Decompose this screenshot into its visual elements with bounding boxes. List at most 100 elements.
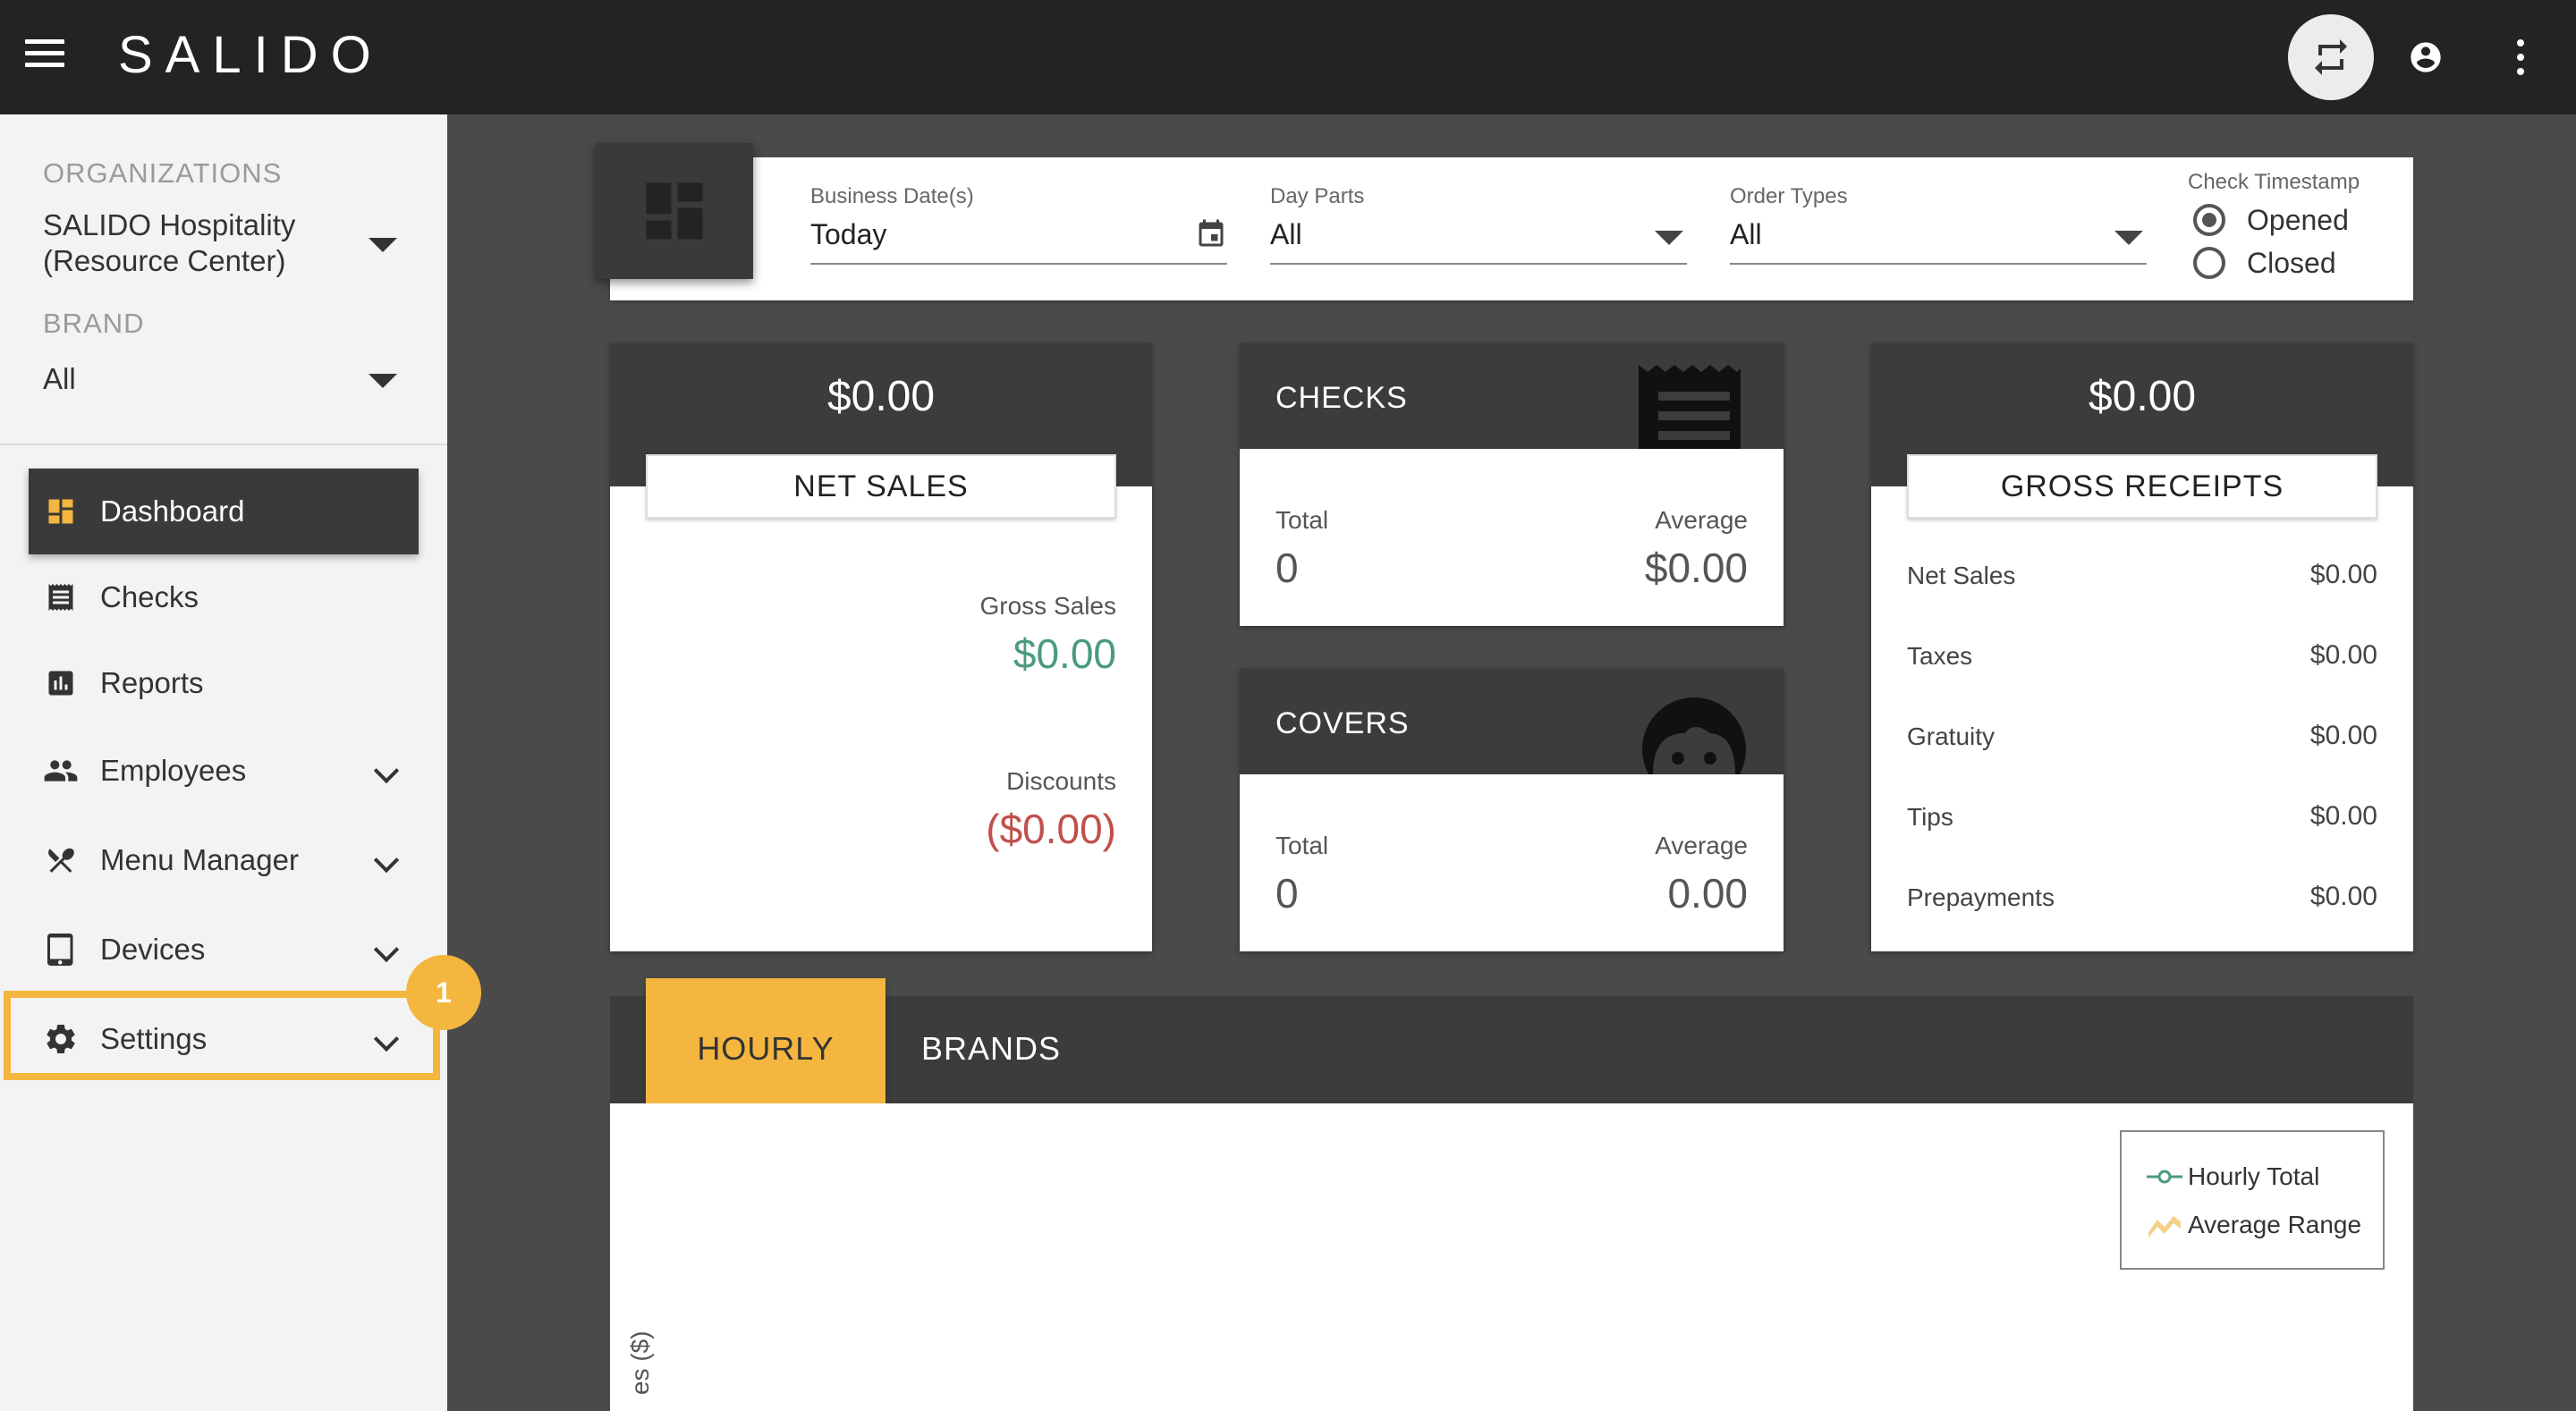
sidebar-item-label: Devices (100, 933, 206, 966)
covers-title: COVERS (1275, 706, 1410, 740)
top-app-bar: SALIDO (0, 0, 2576, 114)
tab-hourly[interactable]: HOURLY (646, 978, 886, 1120)
checks-average-value: $0.00 (1644, 545, 1748, 591)
opened-radio[interactable] (2193, 204, 2225, 236)
calendar-icon[interactable] (1195, 218, 1227, 250)
gross-receipts-row-label: Tips (1907, 803, 1953, 831)
sidebar-item-checks[interactable]: Checks (29, 554, 419, 640)
organization-dropdown-icon[interactable] (369, 238, 397, 252)
switch-location-button[interactable] (2288, 14, 2374, 100)
order-types-dropdown-icon[interactable] (2114, 231, 2143, 245)
covers-card: COVERS Total 0 Average 0.00 (1240, 669, 1784, 951)
sidebar-item-devices[interactable]: Devices (29, 907, 419, 993)
brand-value: All (43, 362, 76, 395)
gross-receipts-row-label: Prepayments (1907, 883, 2055, 911)
dashboard-icon (43, 494, 79, 529)
chevron-down-icon (373, 757, 400, 784)
organization-value-line1: SALIDO Hospitality (43, 208, 296, 241)
legend-label: Average Range (2188, 1211, 2362, 1238)
opened-radio-label[interactable]: Opened (2247, 204, 2349, 237)
gross-receipts-row-value: $0.00 (2309, 560, 2377, 589)
sidebar-item-label: Checks (100, 580, 199, 613)
checks-average-label: Average (1655, 506, 1748, 534)
hamburger-menu-icon[interactable] (25, 39, 64, 75)
line-marker-icon (2147, 1170, 2182, 1184)
sidebar-item-reports[interactable]: Reports (29, 640, 419, 726)
business-date-value: Today (810, 218, 887, 250)
gross-receipts-title: GROSS RECEIPTS (1907, 454, 2377, 519)
salido-logo: SALIDO (118, 26, 384, 84)
covers-average-label: Average (1655, 832, 1748, 859)
sidebar-item-dashboard[interactable]: Dashboard (29, 469, 419, 554)
area-marker-icon (2148, 1216, 2181, 1238)
gross-receipts-card: $0.00 GROSS RECEIPTS Net Sales $0.00 Tax… (1871, 343, 2413, 951)
gross-receipts-row-value: $0.00 (2309, 882, 2377, 911)
day-parts-label: Day Parts (1270, 184, 1365, 208)
chart-legend: Hourly Total Average Range (2120, 1130, 2385, 1270)
checks-total-label: Total (1275, 506, 1329, 534)
tablet-icon (43, 932, 79, 967)
more-options-icon[interactable] (2504, 36, 2537, 79)
order-types-label: Order Types (1730, 184, 1848, 208)
checks-total-value: 0 (1275, 545, 1299, 591)
sidebar-item-menu-manager[interactable]: Menu Manager (29, 817, 419, 903)
sidebar-item-employees[interactable]: Employees (29, 728, 419, 814)
dashboard-icon (646, 182, 703, 240)
bar-chart-icon (43, 665, 79, 701)
filter-bar: Business Date(s) Today Day Parts All Ord… (610, 157, 2413, 300)
day-parts-dropdown-icon[interactable] (1655, 231, 1683, 245)
brand-dropdown-icon[interactable] (369, 374, 397, 388)
chevron-down-icon (373, 936, 400, 963)
swap-icon (2315, 39, 2347, 75)
closed-radio-label[interactable]: Closed (2247, 247, 2336, 280)
order-types-value: All (1730, 218, 1762, 250)
gross-receipts-row-value: $0.00 (2309, 801, 2377, 831)
gross-receipts-amount: $0.00 (2088, 373, 2197, 420)
settings-highlight (4, 991, 440, 1080)
organization-value-line2: (Resource Center) (43, 244, 286, 277)
sidebar-item-label: Employees (100, 754, 247, 787)
net-sales-card: $0.00 NET SALES Gross Sales $0.00 Discou… (610, 343, 1152, 951)
legend-hourly-total[interactable]: Hourly Total (2147, 1162, 2319, 1191)
covers-average-value: 0.00 (1667, 870, 1748, 917)
legend-label: Hourly Total (2188, 1162, 2320, 1190)
step-badge: 1 (406, 955, 481, 1030)
gross-receipts-row-value: $0.00 (2309, 640, 2377, 670)
sidebar-item-label: Menu Manager (100, 843, 299, 876)
dashboard-tile (596, 143, 753, 279)
closed-radio[interactable] (2193, 247, 2225, 279)
receipt-icon (1639, 365, 1741, 449)
utensils-icon (43, 842, 79, 878)
brand-label: BRAND (43, 308, 145, 339)
sidebar-item-label: Dashboard (100, 494, 245, 528)
account-icon[interactable] (2408, 39, 2444, 75)
gross-sales-label: Gross Sales (979, 592, 1117, 620)
day-parts-value: All (1270, 218, 1302, 250)
sidebar-divider (0, 444, 447, 445)
check-timestamp-label: Check Timestamp (2188, 170, 2360, 194)
gross-sales-value: $0.00 (1013, 630, 1116, 677)
tab-brands[interactable]: BRANDS (921, 1030, 1061, 1068)
business-date-label: Business Date(s) (810, 184, 974, 208)
discounts-label: Discounts (1006, 767, 1116, 795)
gross-receipts-row-value: $0.00 (2309, 721, 2377, 750)
net-sales-title: NET SALES (646, 454, 1116, 519)
covers-total-label: Total (1275, 832, 1329, 859)
checks-card: CHECKS Total 0 Average $0.00 (1240, 343, 1784, 626)
chevron-down-icon (373, 847, 400, 874)
gross-receipts-row-label: Gratuity (1907, 722, 1996, 750)
order-types-underline (1730, 263, 2147, 265)
covers-total-value: 0 (1275, 870, 1299, 917)
organizations-label: ORGANIZATIONS (43, 157, 283, 189)
receipt-icon (43, 579, 79, 615)
discounts-value: ($0.00) (986, 806, 1116, 852)
face-icon (1642, 697, 1746, 774)
gross-receipts-row-label: Net Sales (1907, 562, 2016, 589)
gross-receipts-row-label: Taxes (1907, 642, 1973, 670)
legend-average-range[interactable]: Average Range (2147, 1211, 2361, 1239)
day-parts-underline (1270, 263, 1687, 265)
business-date-underline (810, 263, 1227, 265)
checks-title: CHECKS (1275, 381, 1408, 415)
people-icon (43, 753, 79, 789)
net-sales-amount: $0.00 (826, 373, 936, 420)
